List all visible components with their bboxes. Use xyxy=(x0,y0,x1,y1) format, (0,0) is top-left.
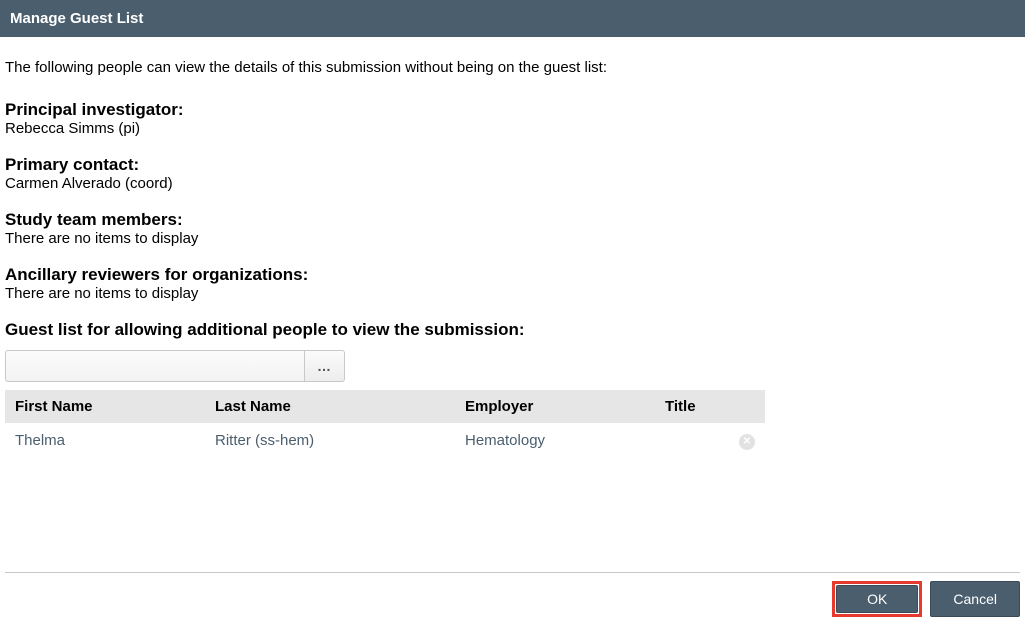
cell-title xyxy=(655,423,729,458)
ok-button[interactable]: OK xyxy=(836,585,918,613)
ok-highlight: OK xyxy=(832,581,922,617)
primary-contact-value: Carmen Alverado (coord) xyxy=(5,175,1020,192)
col-first-name[interactable]: First Name xyxy=(5,390,205,423)
dialog-title: Manage Guest List xyxy=(10,10,143,27)
cell-first-name: Thelma xyxy=(5,423,205,458)
study-team-value: There are no items to display xyxy=(5,230,1020,247)
remove-row-icon[interactable]: ✕ xyxy=(739,434,755,450)
intro-text: The following people can view the detail… xyxy=(5,59,1020,76)
cell-last-name: Ritter (ss-hem) xyxy=(205,423,455,458)
guest-search-row: … xyxy=(5,350,1020,382)
pi-label: Principal investigator: xyxy=(5,100,1020,120)
pi-value: Rebecca Simms (pi) xyxy=(5,120,1020,137)
guest-table: First Name Last Name Employer Title Thel… xyxy=(5,390,765,458)
cell-employer: Hematology xyxy=(455,423,655,458)
col-last-name[interactable]: Last Name xyxy=(205,390,455,423)
guest-browse-button[interactable]: … xyxy=(305,350,345,382)
guest-table-header-row: First Name Last Name Employer Title xyxy=(5,390,765,423)
guest-list-heading: Guest list for allowing additional peopl… xyxy=(5,320,1020,340)
guest-search-input[interactable] xyxy=(5,350,305,382)
ancillary-value: There are no items to display xyxy=(5,285,1020,302)
col-title[interactable]: Title xyxy=(655,390,729,423)
primary-contact-label: Primary contact: xyxy=(5,155,1020,175)
dialog-footer: OK Cancel xyxy=(5,572,1020,617)
cancel-button[interactable]: Cancel xyxy=(930,581,1020,617)
table-row: Thelma Ritter (ss-hem) Hematology ✕ xyxy=(5,423,765,458)
dialog-header: Manage Guest List xyxy=(0,0,1025,37)
col-employer[interactable]: Employer xyxy=(455,390,655,423)
study-team-label: Study team members: xyxy=(5,210,1020,230)
dialog-content: The following people can view the detail… xyxy=(0,37,1025,458)
ancillary-label: Ancillary reviewers for organizations: xyxy=(5,265,1020,285)
